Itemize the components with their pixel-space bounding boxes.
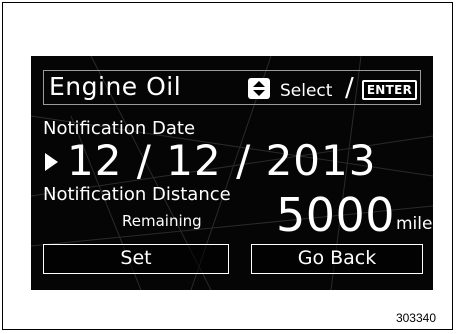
set-button[interactable]: Set bbox=[43, 244, 229, 274]
notification-date-value[interactable]: 12 / 12 / 2013 bbox=[67, 136, 376, 186]
figure-frame: Engine Oil Select / ENTER Notification D… bbox=[2, 2, 453, 330]
display-screen: Engine Oil Select / ENTER Notification D… bbox=[31, 56, 433, 290]
enter-button[interactable]: ENTER bbox=[362, 80, 417, 100]
distance-unit: miles bbox=[396, 214, 433, 234]
notification-distance-value[interactable]: 5000 bbox=[276, 188, 395, 242]
select-label: Select bbox=[280, 81, 333, 101]
figure-code: 303340 bbox=[395, 311, 436, 325]
up-down-select-icon bbox=[248, 78, 270, 99]
pointer-arrow-icon bbox=[45, 153, 58, 171]
remaining-label: Remaining bbox=[122, 212, 202, 230]
notification-distance-label: Notification Distance bbox=[43, 184, 231, 205]
go-back-button[interactable]: Go Back bbox=[251, 244, 423, 274]
separator: / bbox=[345, 73, 354, 103]
screen-title: Engine Oil bbox=[49, 72, 182, 101]
